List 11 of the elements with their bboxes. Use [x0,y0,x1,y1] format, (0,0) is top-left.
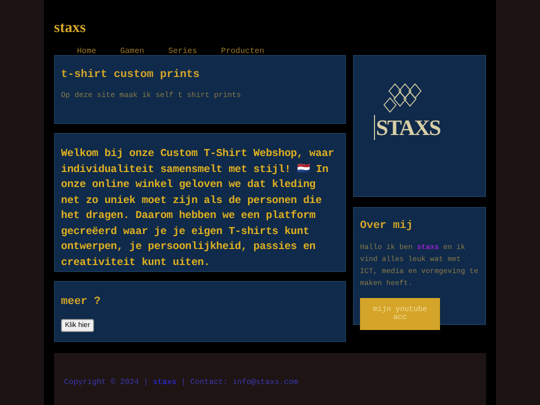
card-title: t-shirt custom prints [61,69,201,81]
brand-wordmark: STAXS [374,115,440,140]
diamond-logo-icon [382,83,424,113]
nav-link[interactable]: Producten [221,47,264,56]
card-title: meer ? [61,296,102,308]
nav-link[interactable]: Series [168,47,198,56]
nav-link[interactable]: Home [77,47,96,56]
card-title: Over mij [360,220,414,232]
site-logo[interactable]: staxs [54,20,86,37]
nav-link[interactable]: Gamen [120,47,144,56]
welcome-text: Welkom bij onze Custom T-Shirt Webshop, waar individualiteit samensmelt met stijl! 🇳🇱 In onze online winkel geloven we dat kleding net zo uniek moet zijn als de personen die het dragen. Daarom hebben we een platform gecreëerd waar je je eigen T-shirts kunt ontwerpen, je persoonlijkheid, passies en creativiteit kunt uiten. [61,147,336,270]
